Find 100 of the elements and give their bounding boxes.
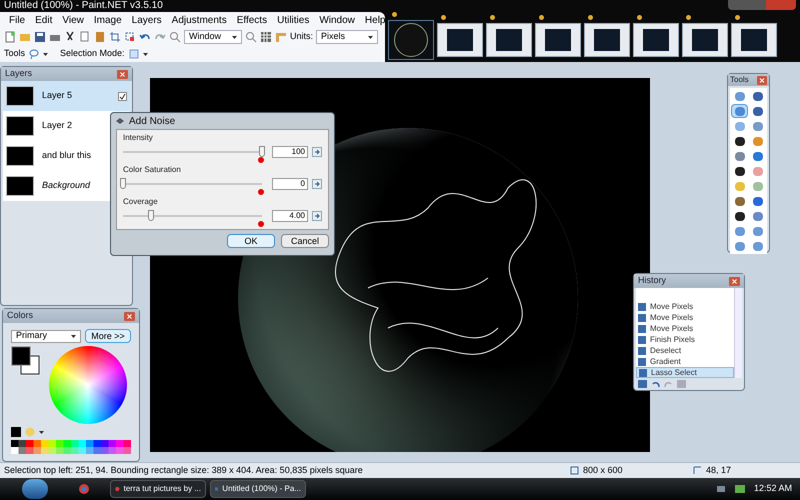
menu-item[interactable]: Utilities <box>272 12 314 28</box>
scrollbar[interactable] <box>734 288 742 378</box>
slider[interactable] <box>123 178 262 190</box>
crop-icon[interactable] <box>109 31 121 43</box>
dot-icon <box>258 221 264 227</box>
slider[interactable] <box>123 210 262 222</box>
history-item[interactable]: Move Pixels <box>636 301 734 312</box>
network-icon[interactable] <box>734 484 746 494</box>
menu-item[interactable]: Window <box>314 12 360 28</box>
grid-icon[interactable] <box>260 31 272 43</box>
reset-icon[interactable] <box>312 179 322 189</box>
slider-label: Color Saturation <box>123 164 182 176</box>
menu-item[interactable]: Effects <box>232 12 272 28</box>
layer-thumbnail <box>6 86 34 106</box>
layer-thumbnail <box>6 116 34 136</box>
slider-thumb[interactable] <box>259 146 265 157</box>
caret-icon[interactable] <box>43 52 48 56</box>
color-mode-dropdown[interactable]: Primary <box>11 330 81 342</box>
history-item[interactable]: Deselect <box>636 345 734 356</box>
taskbar-button[interactable]: Untitled (100%) - Pa... <box>210 480 306 498</box>
image-thumbnail[interactable] <box>633 23 679 57</box>
undo-icon[interactable] <box>651 380 660 388</box>
cut-icon[interactable] <box>64 31 76 43</box>
dot-icon <box>258 189 264 195</box>
selection-mode-label: Selection Mode: <box>60 47 125 60</box>
close-icon[interactable] <box>117 70 128 78</box>
caret-icon <box>368 36 374 38</box>
image-thumbnail[interactable] <box>486 23 532 57</box>
slider-label: Intensity <box>123 132 154 144</box>
square-selection-icon[interactable] <box>128 49 139 59</box>
tray-icon[interactable] <box>716 484 726 494</box>
tools-label: Tools <box>4 47 26 60</box>
menu-item[interactable]: File <box>4 12 30 28</box>
close-icon[interactable] <box>729 276 740 286</box>
image-thumbnail[interactable] <box>388 20 434 60</box>
history-item[interactable]: Gradient <box>636 356 734 367</box>
browser-icon[interactable] <box>78 483 90 495</box>
color-palette-drawing[interactable] <box>11 440 131 454</box>
zoom-dropdown[interactable]: Window <box>184 30 242 44</box>
number-field[interactable]: 4.00 <box>272 210 308 222</box>
caret-icon <box>71 334 76 338</box>
primary-secondary-swatch-icon[interactable] <box>11 346 41 376</box>
deselect-icon[interactable] <box>124 31 136 43</box>
number-field[interactable]: 0 <box>272 178 308 190</box>
checkbox-icon[interactable] <box>118 92 127 100</box>
zoom-out-icon[interactable] <box>169 31 181 43</box>
clock: 12:52 AM <box>754 482 792 496</box>
menu-item[interactable]: View <box>57 12 89 28</box>
caret-icon <box>232 36 237 38</box>
menu-item[interactable]: Layers <box>126 12 167 28</box>
dialog-title: Add Noise <box>129 114 176 128</box>
image-thumbnail[interactable] <box>437 23 483 57</box>
image-thumbnail[interactable] <box>584 23 630 57</box>
dialog-button[interactable]: OK <box>227 234 275 248</box>
history-item[interactable]: Lasso Select <box>636 367 734 378</box>
image-size: 800 x 600 <box>583 464 624 477</box>
number-field[interactable]: 100 <box>272 146 308 158</box>
status-text: Selection top left: 251, 94. Bounding rectangle size: 389 x 404. Area: 50,835 pixels square <box>4 464 364 477</box>
save-icon[interactable] <box>34 31 46 43</box>
caret-icon[interactable] <box>39 430 44 434</box>
close-icon[interactable] <box>757 76 767 84</box>
image-thumbnail[interactable] <box>731 23 777 57</box>
dialog-button[interactable]: Cancel <box>281 234 329 248</box>
taskbar-button[interactable]: terra tut pictures by ... <box>110 480 206 498</box>
caret-icon[interactable] <box>142 52 148 56</box>
slider-thumb[interactable] <box>148 210 154 221</box>
browser-icon <box>115 484 120 494</box>
reset-icon[interactable] <box>312 211 322 221</box>
lasso-icon[interactable] <box>29 49 40 59</box>
units-dropdown[interactable]: Pixels <box>316 30 378 44</box>
layer-row[interactable]: Layer 5 <box>3 81 130 111</box>
zoom-in-icon[interactable] <box>245 31 257 43</box>
image-thumbnail[interactable] <box>682 23 728 57</box>
paste-icon[interactable] <box>94 31 106 43</box>
image-size-icon <box>570 466 579 475</box>
menu-item[interactable]: Adjustments <box>166 12 232 28</box>
window-title: Untitled (100%) - Paint.NET v3.5.10 <box>4 1 163 11</box>
new-file-icon[interactable] <box>4 31 16 43</box>
panel-title: Colors <box>7 309 34 322</box>
panel-title: Tools <box>730 74 749 86</box>
history-item[interactable]: Move Pixels <box>636 312 734 323</box>
cursor-position-icon <box>693 466 702 475</box>
panel-title: History <box>638 274 666 288</box>
slider-thumb[interactable] <box>120 178 126 189</box>
dot-icon <box>258 157 264 163</box>
start-button[interactable] <box>22 479 48 499</box>
cursor-position: 48, 17 <box>706 464 732 477</box>
close-icon[interactable] <box>124 312 135 320</box>
history-item[interactable]: Move Pixels <box>636 323 734 334</box>
layer-thumbnail <box>6 176 34 196</box>
menu-item[interactable]: Help <box>360 12 390 28</box>
reset-icon[interactable] <box>312 147 322 157</box>
color-picker-swatch-icon[interactable] <box>11 427 21 437</box>
menu-item[interactable]: Image <box>88 12 127 28</box>
more-button[interactable]: More >> <box>85 329 131 343</box>
history-item[interactable]: Finish Pixels <box>636 334 734 345</box>
effect-icon <box>115 117 125 125</box>
menu-item[interactable]: Edit <box>30 12 58 28</box>
image-thumbnail[interactable] <box>535 23 581 57</box>
slider[interactable] <box>123 146 262 158</box>
